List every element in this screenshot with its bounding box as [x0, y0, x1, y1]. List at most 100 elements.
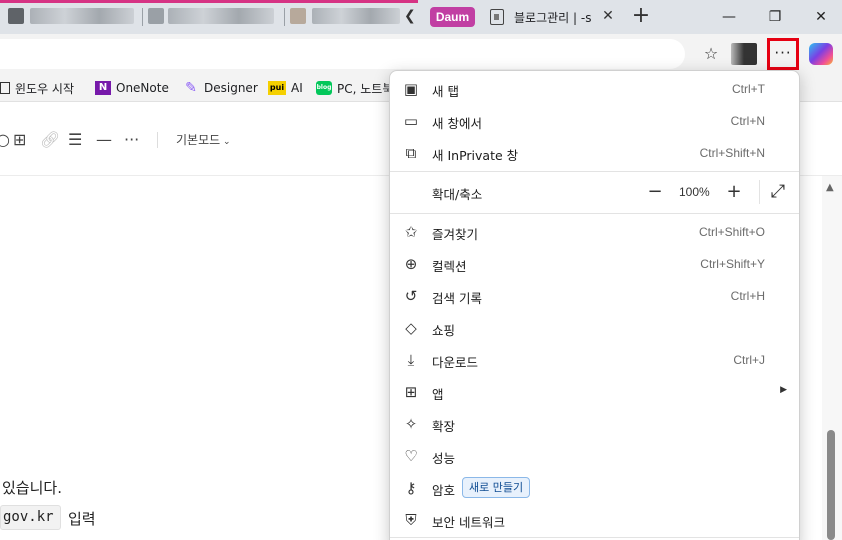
- table-icon[interactable]: ⊞: [13, 130, 26, 150]
- close-window-button[interactable]: ✕: [798, 0, 842, 34]
- favorite-item[interactable]: 윈도우 시작: [0, 79, 74, 97]
- copilot-icon[interactable]: [809, 43, 833, 65]
- add-favorite-icon[interactable]: ☆: [698, 41, 724, 67]
- fullscreen-icon[interactable]: ⤢: [765, 172, 791, 212]
- divider-icon[interactable]: —: [96, 130, 112, 150]
- favorite-label: PC, 노트북: [337, 81, 394, 96]
- menu-label: 즐겨찾기: [432, 227, 479, 242]
- tab-group-indicator: [0, 0, 418, 3]
- blog-icon: blog: [316, 81, 332, 95]
- designer-icon: ✎: [185, 80, 197, 96]
- circle-icon[interactable]: ○: [0, 130, 10, 150]
- zoom-separator: [759, 180, 760, 204]
- menu-item-new-window[interactable]: ▭ 새 창에서 Ctrl+N: [390, 105, 799, 137]
- menu-label: 암호: [432, 483, 456, 498]
- mode-label: 기본모드: [176, 133, 221, 147]
- menu-shortcut: Ctrl+J: [733, 353, 765, 367]
- menu-item-new-tab[interactable]: ▣ 새 탭 Ctrl+T: [390, 73, 799, 105]
- extensions-icon: ✧: [404, 415, 418, 433]
- menu-label: 확장: [432, 419, 456, 434]
- tab-separator: [284, 8, 285, 26]
- history-icon: ↺: [404, 287, 418, 305]
- menu-label: 성능: [432, 451, 456, 466]
- tab-scroll-left-icon[interactable]: ❮: [404, 7, 418, 25]
- restore-button[interactable]: ❐: [752, 0, 798, 34]
- menu-label: 새 InPrivate 창: [432, 148, 519, 163]
- tab-favicon: [290, 8, 306, 24]
- menu-shortcut: Ctrl+H: [730, 289, 765, 303]
- password-icon: ⚷: [405, 479, 417, 497]
- shopping-icon: ◇: [405, 319, 417, 337]
- page-favicon-icon: [490, 9, 504, 25]
- code-inline: gov.kr: [0, 505, 61, 530]
- favorite-item[interactable]: N OneNote: [95, 79, 169, 97]
- menu-shortcut: Ctrl+Shift+O: [698, 225, 765, 239]
- tab-active[interactable]: 블로그관리 | -s ✕: [484, 0, 620, 34]
- more-tools-icon[interactable]: ···: [124, 130, 139, 150]
- menu-item-favorites[interactable]: ✩ 즐겨찾기 Ctrl+Shift+O: [390, 216, 799, 248]
- tab-group-chip[interactable]: Daum: [430, 7, 475, 27]
- menu-separator: [390, 213, 799, 214]
- link-icon[interactable]: 🔗︎: [40, 130, 60, 150]
- menu-item-inprivate[interactable]: ⧉ 새 InPrivate 창 Ctrl+Shift+N: [390, 137, 799, 169]
- tab-separator: [142, 8, 143, 26]
- new-tab-button[interactable]: +: [628, 4, 654, 30]
- tab-strip: ❮ Daum 블로그관리 | -s ✕ + — ❐ ✕: [0, 0, 842, 34]
- zoom-out-button[interactable]: −: [642, 172, 668, 212]
- menu-item-secure-network[interactable]: ⛨ 보안 네트워크: [390, 504, 799, 536]
- menu-shortcut: Ctrl+T: [732, 82, 765, 96]
- minimize-button[interactable]: —: [706, 0, 752, 34]
- toolbar: ☆ ···: [0, 34, 842, 74]
- tab-blurred-2[interactable]: [168, 8, 274, 24]
- tab-blurred-1[interactable]: [30, 8, 134, 24]
- secure-network-icon: ⛨: [405, 511, 417, 529]
- menu-label: 보안 네트워크: [432, 515, 505, 530]
- profile-avatar[interactable]: [731, 43, 757, 65]
- tab-title: 블로그관리 | -s: [514, 11, 592, 25]
- menu-shortcut: Ctrl+Shift+N: [699, 146, 765, 160]
- apps-icon: ⊞: [404, 383, 418, 401]
- tab-close-icon[interactable]: ✕: [598, 6, 618, 26]
- zoom-level: 100%: [679, 185, 710, 199]
- new-badge: 새로 만들기: [462, 477, 531, 498]
- collections-icon: ⊕: [404, 255, 418, 273]
- menu-item-shopping[interactable]: ◇ 쇼핑: [390, 312, 799, 344]
- address-bar[interactable]: [0, 39, 685, 69]
- tab-blurred-3[interactable]: [312, 8, 400, 24]
- menu-item-apps[interactable]: ⊞ 앱 ▶: [390, 376, 799, 408]
- favorite-label: Designer: [204, 81, 258, 95]
- scroll-thumb[interactable]: [827, 430, 835, 540]
- tab-favicon: [148, 8, 164, 24]
- menu-label: 새 탭: [432, 84, 459, 99]
- menu-item-performance[interactable]: ♡ 성능: [390, 440, 799, 472]
- menu-item-collections[interactable]: ⊕ 컬렉션 Ctrl+Shift+Y: [390, 248, 799, 280]
- menu-item-downloads[interactable]: ⤓ 다운로드 Ctrl+J: [390, 344, 799, 376]
- favorite-item[interactable]: pui AI: [268, 79, 303, 97]
- content-line: 있습니다.: [2, 479, 62, 497]
- menu-label: 앱: [432, 387, 444, 402]
- menu-item-extensions[interactable]: ✧ 확장: [390, 408, 799, 440]
- zoom-in-button[interactable]: +: [721, 172, 747, 212]
- menu-label: 확대/축소: [432, 187, 483, 202]
- menu-item-history[interactable]: ↺ 검색 기록 Ctrl+H: [390, 280, 799, 312]
- page-scrollbar[interactable]: ▲: [822, 176, 842, 540]
- list-icon[interactable]: ☰: [68, 130, 82, 150]
- menu-label: 검색 기록: [432, 291, 482, 306]
- menu-item-passwords[interactable]: ⚷ 암호 새로 만들기: [390, 472, 799, 504]
- favorite-label: 윈도우 시작: [15, 81, 75, 96]
- editor-mode-dropdown[interactable]: 기본모드 ⌄: [176, 131, 231, 148]
- download-icon: ⤓: [407, 351, 415, 369]
- favorite-item[interactable]: ✎ Designer: [183, 79, 258, 97]
- settings-more-button[interactable]: ···: [767, 38, 799, 70]
- chevron-down-icon: ⌄: [220, 137, 231, 147]
- toolbar-separator: [157, 132, 158, 148]
- performance-icon: ♡: [404, 447, 418, 465]
- scroll-up-icon[interactable]: ▲: [826, 182, 834, 193]
- favorite-item[interactable]: blog PC, 노트북: [316, 79, 393, 97]
- menu-label: 쇼핑: [432, 323, 456, 338]
- content-line: 입력: [68, 510, 96, 528]
- menu-separator: [390, 537, 799, 538]
- onenote-icon: N: [95, 81, 111, 95]
- menu-label: 다운로드: [432, 355, 479, 370]
- menu-label: 컬렉션: [432, 259, 467, 274]
